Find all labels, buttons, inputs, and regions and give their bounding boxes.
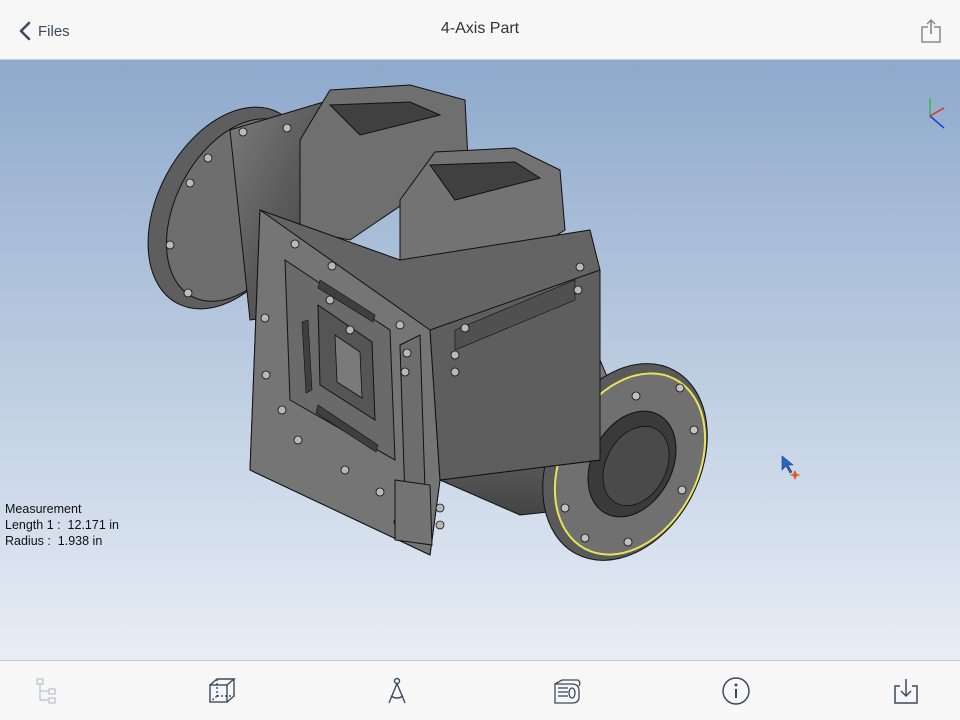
- share-icon[interactable]: [920, 18, 942, 44]
- pointer-marker-icon: [781, 455, 801, 480]
- top-nav-bar: Files 4-Axis Part: [0, 0, 960, 60]
- axis-triad-icon: [929, 98, 945, 129]
- page-title: 4-Axis Part: [440, 20, 520, 37]
- cube-view-button[interactable]: [206, 675, 238, 707]
- measure-compass-icon: [388, 677, 406, 704]
- measurement-readout: Measurement Length 1 : 12.171 in Radius …: [5, 501, 119, 549]
- download-icon: [894, 679, 918, 704]
- measure-button[interactable]: [381, 675, 413, 707]
- model-viewport[interactable]: Measurement Length 1 : 12.171 in Radius …: [0, 60, 960, 660]
- info-button[interactable]: [720, 675, 752, 707]
- measurement-heading: Measurement: [5, 502, 82, 516]
- cad-part-model[interactable]: [0, 60, 960, 660]
- info-icon: [722, 677, 750, 705]
- measurement-length: Length 1 : 12.171 in: [5, 518, 119, 532]
- bottom-toolbar: [0, 660, 960, 720]
- tree-icon: [36, 678, 56, 704]
- section-button[interactable]: [551, 675, 583, 707]
- measurement-radius: Radius : 1.938 in: [5, 534, 103, 548]
- download-button[interactable]: [890, 675, 922, 707]
- section-cut-icon: [554, 679, 581, 704]
- cube-view-icon: [209, 678, 236, 703]
- tree-button[interactable]: [31, 675, 63, 707]
